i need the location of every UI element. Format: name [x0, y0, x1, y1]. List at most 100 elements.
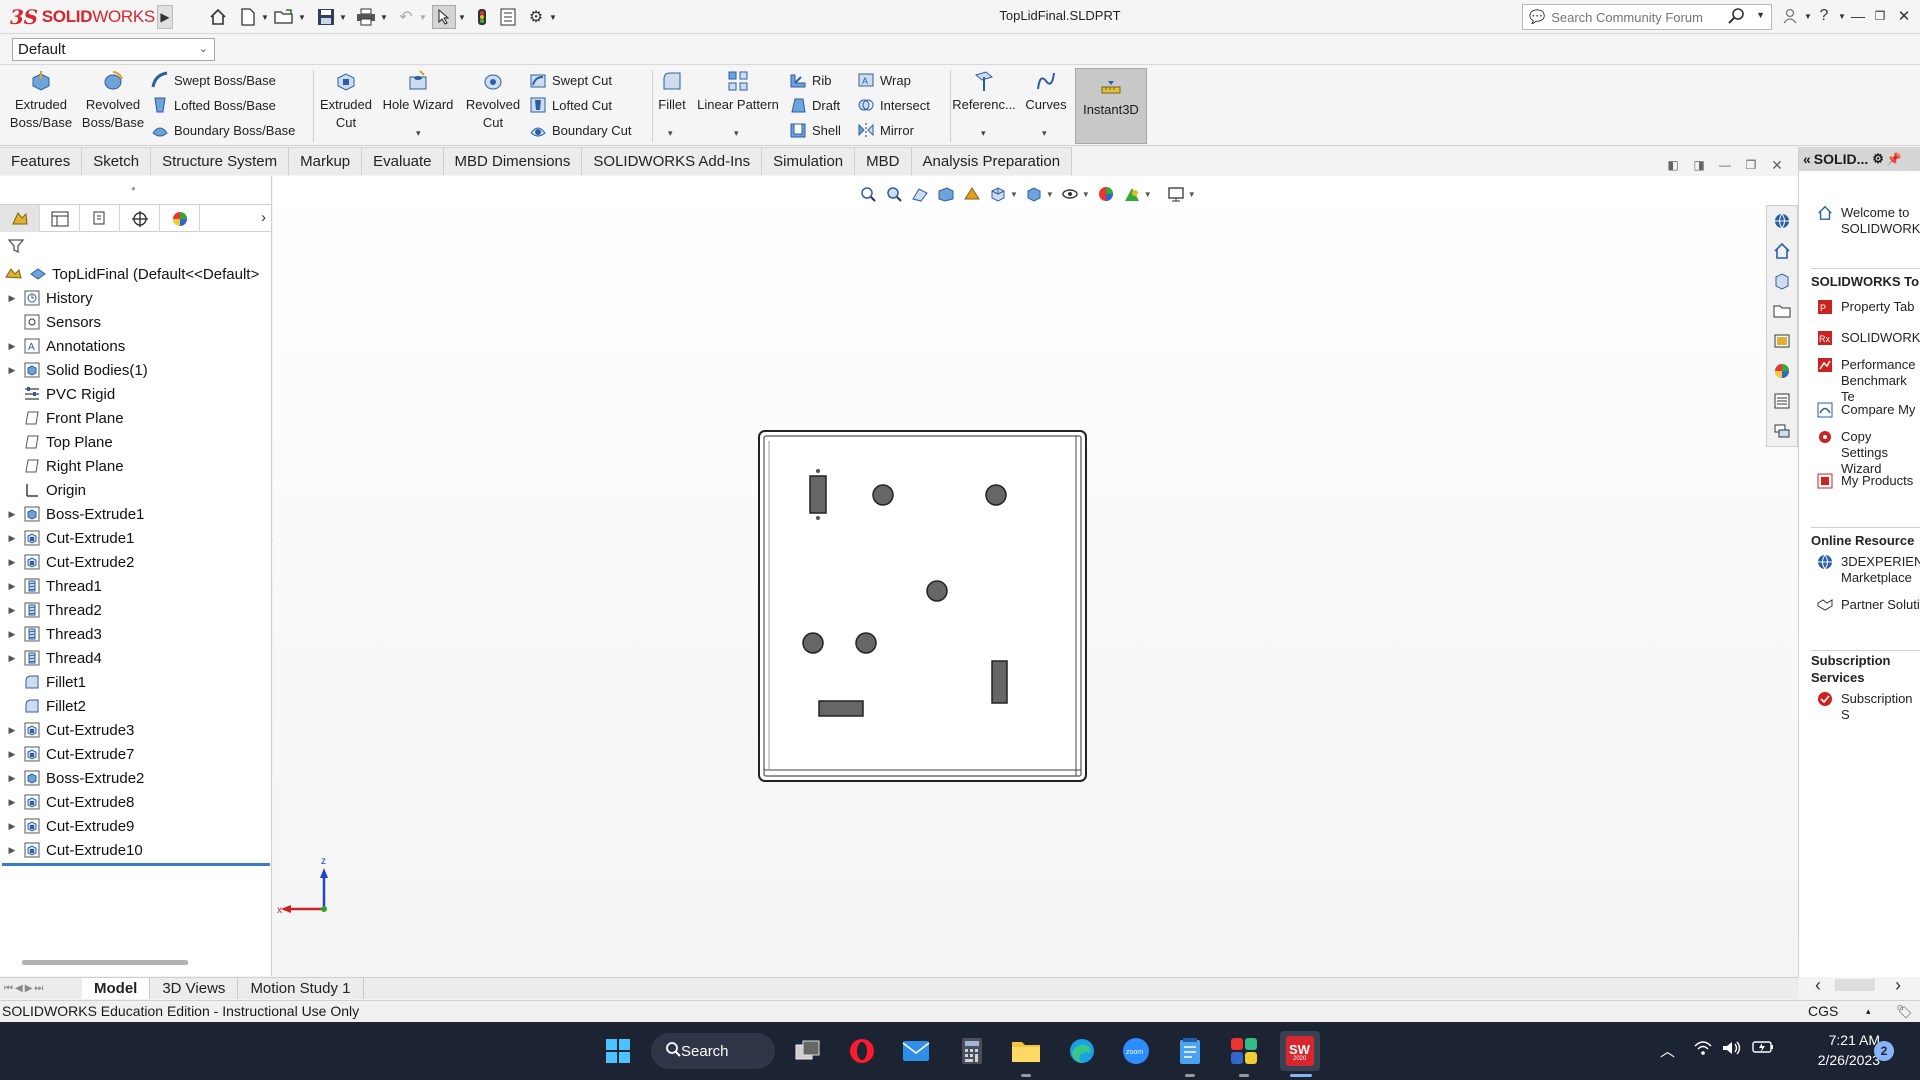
hole-wizard-dropdown-icon[interactable]: ▾	[416, 128, 421, 139]
my-products-link[interactable]: My Products	[1817, 473, 1920, 492]
file-explorer-icon[interactable]	[1006, 1031, 1046, 1071]
view-orientation-icon[interactable]	[988, 184, 1008, 204]
first-tab-icon[interactable]: ⏮	[4, 983, 13, 994]
units-dropdown-icon[interactable]: ▴	[1866, 1001, 1871, 1022]
view-palette-icon[interactable]	[1768, 326, 1796, 356]
tab-3d-views[interactable]: 3D Views	[150, 978, 239, 999]
display-style-icon[interactable]	[1024, 184, 1044, 204]
partner-solutions-link[interactable]: Partner Soluti	[1817, 597, 1920, 616]
taskbar-clock[interactable]: 7:21 AM 2/26/2023	[1790, 1030, 1880, 1070]
tree-item-top-plane[interactable]: Top Plane	[0, 430, 272, 454]
units-selector[interactable]: CGS	[1808, 1001, 1838, 1022]
custom-properties-icon[interactable]	[1768, 386, 1796, 416]
back-arrow-icon[interactable]: ‹	[1815, 975, 1821, 996]
viewport-close-icon[interactable]: ✕	[1768, 156, 1786, 174]
draft-button[interactable]: Draft	[788, 93, 840, 117]
tree-item-boss-extrude2[interactable]: ▶ Boss-Extrude2	[0, 766, 272, 790]
viewport-restore-icon[interactable]: ❐	[1742, 156, 1760, 174]
tree-item-pvc-rigid[interactable]: PVC Rigid	[0, 382, 272, 406]
last-tab-icon[interactable]: ⏭	[34, 983, 43, 994]
pin-icon[interactable]: 📌	[1887, 152, 1902, 166]
expand-arrow-icon[interactable]: ▶	[6, 845, 18, 856]
rebuild-traffic-light-icon[interactable]	[472, 5, 492, 29]
zoom-to-fit-icon[interactable]	[858, 184, 878, 204]
panel-grip-icon[interactable]: ●	[131, 184, 136, 193]
expand-arrow-icon[interactable]: ▶	[6, 797, 18, 808]
customize-status-icon[interactable]: 🏷	[1896, 1001, 1913, 1022]
mail-icon[interactable]	[896, 1031, 936, 1071]
tab-sketch[interactable]: Sketch	[82, 147, 152, 175]
tile-left-icon[interactable]: ◧	[1664, 156, 1682, 174]
tree-item-fillet1[interactable]: Fillet1	[0, 670, 272, 694]
expand-arrow-icon[interactable]: ▶	[6, 749, 18, 760]
file-properties-icon[interactable]	[496, 5, 520, 29]
dynamic-annotation-icon[interactable]	[962, 184, 982, 204]
notepad-icon[interactable]	[1170, 1031, 1210, 1071]
solidworks-rx-link[interactable]: Rx SOLIDWORKS	[1817, 330, 1920, 349]
tree-item-thread4[interactable]: ▶ Thread4	[0, 646, 272, 670]
tree-item-cut-extrude2[interactable]: ▶ Cut-Extrude2	[0, 550, 272, 574]
boundary-boss-button[interactable]: Boundary Boss/Base	[150, 118, 295, 142]
dimxpert-tab-icon[interactable]	[120, 205, 160, 232]
property-tab-builder-link[interactable]: P Property Tab	[1817, 299, 1920, 318]
viewport-minimize-icon[interactable]: —	[1716, 156, 1734, 174]
tab-motion-study-1[interactable]: Motion Study 1	[238, 978, 364, 999]
tree-item-history[interactable]: ▶ History	[0, 286, 272, 310]
collapse-task-pane-icon[interactable]: «	[1803, 151, 1811, 167]
appearances-scenes-icon[interactable]	[1768, 356, 1796, 386]
print-dropdown-icon[interactable]: ▼	[379, 5, 389, 29]
revolved-cut-button[interactable]: Revolved Cut	[462, 68, 524, 144]
minimize-icon[interactable]: —	[1846, 4, 1870, 28]
tree-item-cut-extrude7[interactable]: ▶ Cut-Extrude7	[0, 742, 272, 766]
tree-item-origin[interactable]: Origin	[0, 478, 272, 502]
lofted-cut-button[interactable]: Lofted Cut	[528, 93, 612, 117]
expand-arrow-icon[interactable]: ▶	[6, 821, 18, 832]
search-input[interactable]	[1551, 9, 1722, 25]
tree-rollback-bar[interactable]	[2, 863, 270, 866]
tree-item-cut-extrude8[interactable]: ▶ Cut-Extrude8	[0, 790, 272, 814]
display-style-dropdown-icon[interactable]: ▼	[1046, 190, 1054, 199]
battery-charging-icon[interactable]	[1752, 1040, 1774, 1058]
tree-item-right-plane[interactable]: Right Plane	[0, 454, 272, 478]
photo-collage-app-icon[interactable]	[1224, 1031, 1264, 1071]
tree-item-thread3[interactable]: ▶ Thread3	[0, 622, 272, 646]
tab-structure-system[interactable]: Structure System	[151, 147, 290, 175]
tree-item-front-plane[interactable]: Front Plane	[0, 406, 272, 430]
intersect-button[interactable]: Intersect	[856, 93, 930, 117]
solidworks-logo[interactable]: 3S SOLID WORKS	[10, 4, 155, 30]
edge-browser-icon[interactable]	[1062, 1031, 1102, 1071]
forward-arrow-icon[interactable]: ›	[1895, 975, 1901, 996]
view-settings-monitor-icon[interactable]	[1166, 184, 1186, 204]
shell-button[interactable]: Shell	[788, 118, 841, 142]
curves-dropdown-icon[interactable]: ▾	[1042, 128, 1047, 139]
forum-chat-icon[interactable]	[1768, 416, 1796, 446]
rib-button[interactable]: Rib	[788, 68, 832, 92]
select-cursor-icon[interactable]	[432, 5, 456, 29]
edit-appearance-icon[interactable]	[1096, 184, 1116, 204]
section-view-icon[interactable]	[936, 184, 956, 204]
expand-arrow-icon[interactable]: ▶	[6, 605, 18, 616]
expand-arrow-icon[interactable]: ▶	[6, 341, 18, 352]
expand-arrow-icon[interactable]: ▶	[6, 557, 18, 568]
property-manager-tab-icon[interactable]	[40, 205, 80, 232]
more-tabs-chevron-icon[interactable]: ›	[261, 209, 266, 226]
extruded-boss-button[interactable]: Extruded Boss/Base	[6, 68, 76, 144]
feature-tree-tab-icon[interactable]	[0, 205, 40, 232]
menu-expand-arrow-icon[interactable]: ▶	[157, 5, 173, 29]
instant3d-button[interactable]: Instant3D	[1075, 68, 1147, 144]
next-tab-icon[interactable]: ▶	[25, 983, 33, 994]
3dexperience-marketplace-link[interactable]: 3DEXPERIENC Marketplace	[1817, 554, 1920, 586]
save-icon[interactable]	[314, 5, 338, 29]
apply-scene-dropdown-icon[interactable]: ▼	[1144, 190, 1152, 199]
zoom-to-area-icon[interactable]	[884, 184, 904, 204]
volume-icon[interactable]	[1722, 1040, 1742, 1060]
solidworks-taskbar-icon[interactable]: SW 2020	[1280, 1031, 1320, 1071]
windows-start-icon[interactable]	[598, 1031, 638, 1071]
open-dropdown-icon[interactable]: ▼	[297, 5, 307, 29]
configuration-manager-tab-icon[interactable]	[80, 205, 120, 232]
undo-dropdown-icon[interactable]: ▼	[418, 5, 428, 29]
hide-show-items-icon[interactable]	[1060, 184, 1080, 204]
task-pane-scrollbar[interactable]	[1835, 979, 1875, 991]
search-dropdown-icon[interactable]: ▼	[1756, 10, 1765, 20]
expand-arrow-icon[interactable]: ▶	[6, 533, 18, 544]
